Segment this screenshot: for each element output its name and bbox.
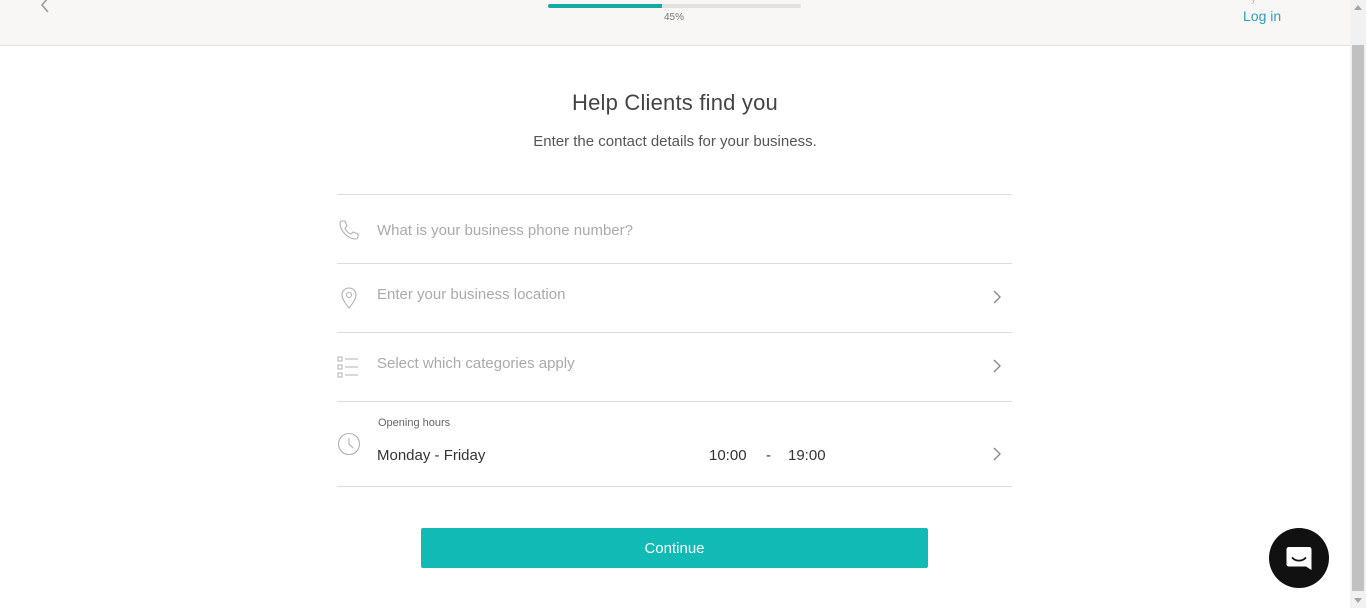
page-title: Help Clients find you [572, 90, 778, 115]
chevron-left-icon [40, 0, 49, 13]
opening-days: Monday - Friday [377, 447, 486, 464]
top-bar: 45% y Log in [0, 0, 1350, 46]
scroll-up-arrow-icon[interactable] [1350, 0, 1366, 16]
back-button[interactable] [34, 0, 56, 16]
chevron-right-icon [993, 447, 1001, 461]
closing-time: 19:00 [788, 447, 826, 464]
categories-row[interactable]: Select which categories apply [337, 332, 1012, 401]
chevron-right-icon [993, 359, 1001, 373]
location-pin-icon [341, 287, 357, 309]
clock-icon [337, 432, 361, 456]
location-placeholder: Enter your business location [377, 286, 566, 303]
top-right-fragment: y [1251, 0, 1256, 5]
location-row[interactable]: Enter your business location [337, 263, 1012, 332]
phone-input[interactable] [377, 219, 977, 241]
chevron-right-icon [993, 290, 1001, 304]
categories-placeholder: Select which categories apply [377, 355, 575, 372]
phone-icon [339, 220, 359, 240]
progress-fill [548, 4, 662, 8]
phone-row [337, 194, 1012, 263]
continue-button[interactable]: Continue [421, 528, 928, 568]
business-contact-form: Enter your business location Select whic… [337, 194, 1012, 487]
progress-indicator: 45% [548, 4, 801, 23]
chat-icon [1286, 547, 1312, 570]
progress-track [548, 4, 801, 8]
login-link[interactable]: Log in [1243, 8, 1281, 24]
chat-launcher-button[interactable] [1269, 528, 1329, 588]
page-subtitle: Enter the contact details for your busin… [533, 133, 817, 150]
opening-hours-row[interactable]: Opening hours Monday - Friday 10:00 - 19… [337, 401, 1012, 487]
time-separator: - [766, 447, 771, 464]
opening-hours-label: Opening hours [378, 417, 451, 429]
opening-time: 10:00 [709, 447, 747, 464]
vertical-scrollbar[interactable] [1350, 0, 1366, 608]
scroll-down-arrow-icon[interactable] [1350, 592, 1366, 608]
list-icon [337, 356, 358, 378]
scrollbar-thumb[interactable] [1352, 45, 1364, 591]
progress-label: 45% [664, 12, 685, 23]
